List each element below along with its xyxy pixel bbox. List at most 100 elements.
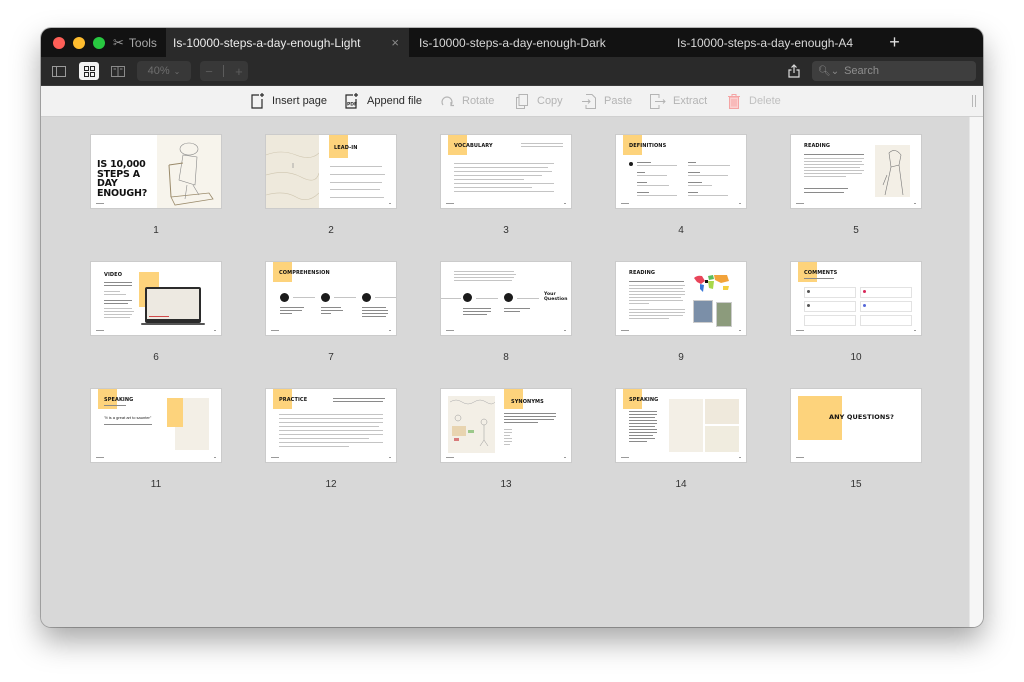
slide-title: Your Question: [544, 292, 568, 302]
slide-title: LEAD-IN: [334, 145, 358, 151]
comment-card: [804, 315, 856, 326]
landscape-illustration: [266, 135, 320, 208]
page-thumbnail-13[interactable]: SYNONYMS: [441, 389, 571, 462]
search-field[interactable]: 🔍︎⌄: [812, 61, 976, 81]
copy-label: Copy: [537, 95, 563, 107]
grid-view-button[interactable]: [79, 62, 99, 80]
append-file-button[interactable]: PDF Append file: [344, 92, 422, 110]
page-thumbnail-12[interactable]: PRACTICE: [266, 389, 396, 462]
page-thumbnail-11[interactable]: SPEAKING "It is a great art to saunter": [91, 389, 221, 462]
close-tab-icon[interactable]: ×: [391, 35, 399, 50]
comment-card: [860, 287, 912, 298]
append-file-label: Append file: [367, 95, 423, 107]
page-thumbnail-10[interactable]: COMMENTS: [791, 262, 921, 335]
zoom-out-button[interactable]: −: [205, 64, 213, 79]
insert-page-label: Insert page: [272, 95, 328, 107]
your-comment-card: [860, 315, 912, 326]
toolbar-resize-handle[interactable]: [972, 95, 976, 107]
page-thumbnail-15[interactable]: ANY QUESTIONS?: [791, 389, 921, 462]
chevron-down-icon: ⌄: [173, 66, 181, 76]
two-page-view-button[interactable]: [108, 62, 128, 80]
tab-document-light[interactable]: Is-10000-steps-a-day-enough-Light ×: [166, 28, 409, 57]
close-window-button[interactable]: [53, 36, 65, 49]
slide-title: SPEAKING: [104, 397, 134, 403]
page-thumbnail-6[interactable]: VIDEO: [91, 262, 221, 335]
page-thumbnail-3[interactable]: VOCABULARY: [441, 135, 571, 208]
tab-tools-label: Tools: [128, 35, 157, 50]
page-thumbnail-5[interactable]: READING: [791, 135, 921, 208]
page-thumbnail-9[interactable]: READING: [616, 262, 746, 335]
page-thumbnail-7[interactable]: COMPREHENSION: [266, 262, 396, 335]
page-number-2: 2: [328, 225, 334, 236]
page-thumbnail-2[interactable]: LEAD-IN: [266, 135, 396, 208]
zoom-window-button[interactable]: [93, 36, 105, 49]
slide-title: SYNONYMS: [511, 399, 544, 405]
paste-button[interactable]: Paste: [581, 92, 632, 110]
comment-card: [860, 301, 912, 312]
page-number-11: 11: [150, 479, 162, 490]
vertical-scrollbar[interactable]: [969, 117, 983, 627]
zoom-level-select[interactable]: 40% ⌄: [137, 61, 191, 81]
comment-card: [804, 287, 856, 298]
rotate-button[interactable]: Rotate: [439, 92, 494, 110]
slide-title: COMMENTS: [804, 270, 838, 276]
traffic-lights: [41, 28, 113, 57]
minimize-window-button[interactable]: [73, 36, 85, 49]
search-input[interactable]: [844, 65, 965, 77]
append-pdf-icon: PDF: [344, 92, 360, 110]
page-thumbnail-4[interactable]: DEFINITIONS: [616, 135, 746, 208]
copy-icon: [514, 92, 530, 110]
photo-walker-2: [716, 302, 732, 327]
tab-tools[interactable]: ✂ Tools: [113, 28, 166, 57]
slide-quote: "It is a great art to saunter": [104, 415, 152, 420]
photo-walker-1: [693, 300, 713, 323]
page-number-7: 7: [328, 352, 334, 363]
page-number-6: 6: [153, 352, 159, 363]
share-button[interactable]: [785, 62, 803, 80]
sidebar-icon: [52, 65, 66, 77]
slide-title: VOCABULARY: [454, 143, 493, 149]
sidebar-view-button[interactable]: [49, 62, 69, 80]
bullet-icon: [629, 162, 633, 166]
stepper-divider: [223, 65, 225, 77]
delete-button[interactable]: Delete: [726, 92, 781, 110]
page-thumbnail-1[interactable]: IS 10,000 STEPS A DAY ENOUGH?: [91, 135, 221, 208]
laptop-video-player[interactable]: [145, 287, 201, 323]
tab-label: Is-10000-steps-a-day-enough-A4: [677, 35, 854, 50]
extract-icon: [650, 92, 666, 110]
extract-button[interactable]: Extract: [650, 92, 707, 110]
tab-label: Is-10000-steps-a-day-enough-Light: [173, 35, 361, 50]
accent-block: [167, 398, 183, 427]
copy-button[interactable]: Copy: [514, 92, 563, 110]
tab-bar: ✂ Tools Is-10000-steps-a-day-enough-Ligh…: [41, 28, 983, 57]
slide-title: IS 10,000 STEPS A DAY ENOUGH?: [97, 159, 148, 199]
step-marker: [504, 293, 513, 302]
city-illustration: [705, 426, 739, 452]
slide-title: SPEAKING: [629, 397, 659, 403]
zoom-stepper: − +: [200, 61, 248, 81]
page-number-1: 1: [153, 225, 159, 236]
zoom-level-value: 40%: [147, 65, 170, 77]
insert-page-icon: [249, 92, 265, 110]
page-number-14: 14: [675, 479, 687, 490]
page-number-9: 9: [678, 352, 684, 363]
step-marker: [463, 293, 472, 302]
zoom-in-button[interactable]: +: [235, 64, 243, 79]
page-number-8: 8: [503, 352, 509, 363]
tab-label: Is-10000-steps-a-day-enough-Dark: [419, 35, 606, 50]
main-toolbar: 40% ⌄ − + 🔍︎⌄: [41, 57, 983, 86]
page-thumbnail-14[interactable]: SPEAKING: [616, 389, 746, 462]
page-number-13: 13: [500, 479, 512, 490]
page-number-10: 10: [850, 352, 862, 363]
tab-document-a4[interactable]: Is-10000-steps-a-day-enough-A4: [653, 28, 876, 57]
page-thumbnail-8[interactable]: Your Question: [441, 262, 571, 335]
slide-title: DEFINITIONS: [629, 143, 667, 149]
slide-title: READING: [629, 270, 656, 276]
tools-icon: ✂: [113, 34, 124, 50]
page-grid: IS 10,000 STEPS A DAY ENOUGH? 1 LEAD-IN …: [41, 117, 969, 627]
tab-document-dark[interactable]: Is-10000-steps-a-day-enough-Dark: [409, 28, 653, 57]
page-number-4: 4: [678, 225, 684, 236]
insert-page-button[interactable]: Insert page: [249, 92, 327, 110]
new-tab-button[interactable]: +: [876, 28, 983, 57]
page-number-12: 12: [325, 479, 337, 490]
